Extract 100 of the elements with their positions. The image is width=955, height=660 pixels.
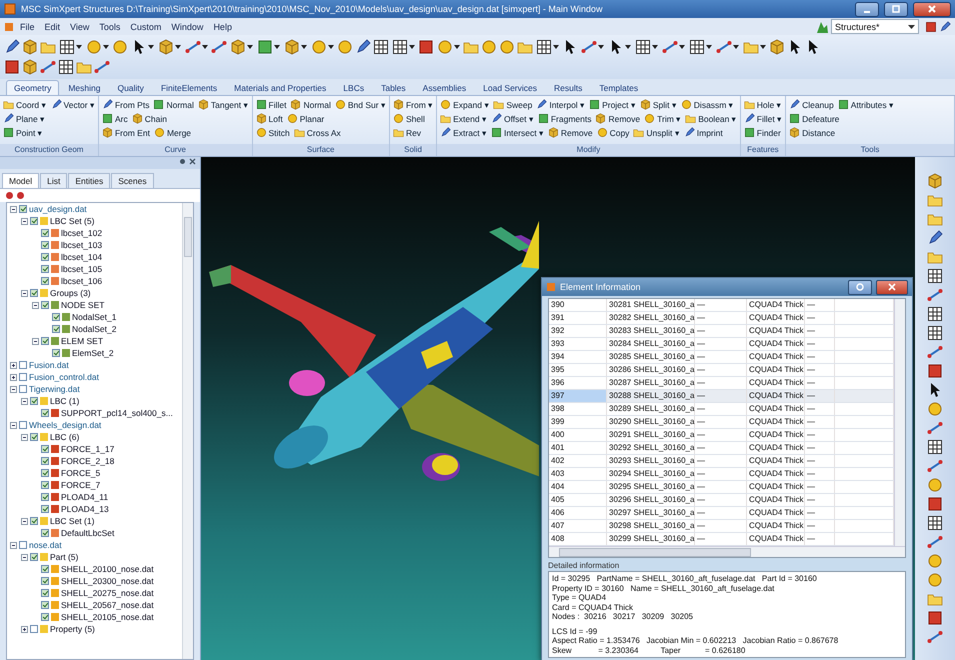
ribbon-command[interactable]: Rev (392, 127, 422, 138)
expand-toggle[interactable] (21, 398, 28, 404)
tree-item[interactable]: Fusion_control.dat (7, 371, 182, 383)
tree-item[interactable]: ELEM SET (7, 335, 182, 347)
ribbon-command[interactable]: Defeature (789, 113, 840, 124)
checkbox[interactable] (41, 277, 49, 285)
ribbon-command[interactable]: Planar (286, 113, 324, 124)
ribbon-command[interactable]: Unsplit ▾ (633, 127, 680, 138)
ribbon-command[interactable]: Split ▾ (640, 99, 677, 110)
checkbox[interactable] (41, 529, 49, 537)
checkbox[interactable] (30, 217, 38, 225)
table-row[interactable]: 407 30298 SHELL_30160_a — CQUAD4 Thick — (549, 520, 894, 533)
square-icon[interactable] (925, 20, 937, 32)
tree-item[interactable]: NodalSet_1 (7, 311, 182, 323)
square-icon[interactable] (4, 59, 20, 75)
grid-icon[interactable] (392, 39, 408, 55)
menu-item[interactable]: Tools (95, 20, 124, 32)
caret-icon[interactable] (553, 44, 559, 50)
ribbon-command[interactable]: Tangent ▾ (198, 99, 248, 110)
caret-icon[interactable] (103, 44, 109, 50)
ribbon-command[interactable]: Remove (595, 113, 640, 124)
grid-icon[interactable] (58, 59, 74, 75)
checkbox[interactable] (41, 469, 49, 477)
help-button[interactable] (848, 280, 872, 294)
tree-item[interactable]: PLOAD4_11 (7, 491, 182, 503)
ribbon-tab[interactable]: Tables (373, 80, 414, 95)
scrollbar[interactable] (182, 203, 193, 659)
square-icon[interactable] (927, 610, 943, 626)
caret-icon[interactable] (733, 44, 739, 50)
grid-icon[interactable] (689, 39, 705, 55)
expand-toggle[interactable] (10, 206, 17, 212)
circle-icon[interactable] (499, 39, 515, 55)
grid-icon[interactable] (927, 268, 943, 284)
circle-icon[interactable] (927, 572, 943, 588)
caret-icon[interactable] (706, 44, 712, 50)
table-row[interactable]: 403 30294 SHELL_30160_a — CQUAD4 Thick — (549, 468, 894, 481)
beam-icon[interactable] (94, 59, 110, 75)
panel-tab[interactable]: List (40, 173, 68, 188)
scrollbar[interactable] (549, 546, 905, 557)
tree-item[interactable]: FORCE_1_17 (7, 443, 182, 455)
caret-icon[interactable] (760, 44, 766, 50)
close-button[interactable] (913, 2, 951, 16)
beam-icon[interactable] (211, 39, 227, 55)
beam-icon[interactable] (927, 344, 943, 360)
ribbon-command[interactable]: From ▾ (392, 99, 434, 110)
scrollbar[interactable] (894, 299, 905, 546)
checkbox[interactable] (41, 409, 49, 417)
checkbox[interactable] (52, 349, 60, 357)
ribbon-command[interactable]: From Pts (102, 99, 150, 110)
ribbon-command[interactable]: Normal (290, 99, 331, 110)
expand-toggle[interactable] (10, 374, 17, 380)
tree-item[interactable]: Groups (3) (7, 287, 182, 299)
table-row[interactable]: 394 30285 SHELL_30160_a — CQUAD4 Thick — (549, 351, 894, 364)
caret-icon[interactable] (454, 44, 460, 50)
tree-item[interactable]: FORCE_7 (7, 479, 182, 491)
tree-item[interactable]: SHELL_20300_nose.dat (7, 575, 182, 587)
expand-toggle[interactable] (10, 542, 17, 548)
tree-item[interactable]: Fusion.dat (7, 359, 182, 371)
beam-icon[interactable] (40, 59, 56, 75)
table-row[interactable]: 390 30281 SHELL_30160_a — CQUAD4 Thick — (549, 299, 894, 312)
ribbon-command[interactable]: Stitch (256, 127, 290, 138)
checkbox[interactable] (41, 589, 49, 597)
circle-icon[interactable] (927, 553, 943, 569)
panel-tab[interactable]: Scenes (111, 173, 154, 188)
checkbox[interactable] (41, 457, 49, 465)
table-row[interactable]: 391 30282 SHELL_30160_a — CQUAD4 Thick — (549, 312, 894, 325)
caret-icon[interactable] (76, 44, 82, 50)
tree-item[interactable]: LBC Set (1) (7, 515, 182, 527)
caret-icon[interactable] (625, 44, 631, 50)
ribbon-command[interactable]: Loft (256, 113, 283, 124)
table-row[interactable]: 399 30290 SHELL_30160_a — CQUAD4 Thick — (549, 416, 894, 429)
tree-item[interactable]: Part (5) (7, 551, 182, 563)
pencil-icon[interactable] (355, 39, 371, 55)
minimize-button[interactable] (855, 2, 879, 16)
table-row[interactable]: 404 30295 SHELL_30160_a — CQUAD4 Thick — (549, 481, 894, 494)
beam-icon[interactable] (927, 420, 943, 436)
expand-toggle[interactable] (10, 386, 17, 392)
checkbox[interactable] (30, 289, 38, 297)
caret-icon[interactable] (274, 44, 280, 50)
checkbox[interactable] (30, 433, 38, 441)
tree-item[interactable]: DefaultLbcSet (7, 527, 182, 539)
panel-tab[interactable]: Entities (68, 173, 110, 188)
ribbon-command[interactable]: Shell (392, 113, 425, 124)
tree-item[interactable]: LBC (6) (7, 431, 182, 443)
checkbox[interactable] (19, 361, 27, 369)
tree-item[interactable]: SHELL_20100_nose.dat (7, 563, 182, 575)
ribbon-command[interactable]: Extract ▾ (440, 127, 487, 138)
sheet-icon[interactable] (257, 39, 273, 55)
caret-icon[interactable] (328, 44, 334, 50)
circle-icon[interactable] (86, 39, 102, 55)
tree-item[interactable]: uav_design.dat (7, 203, 182, 215)
checkbox[interactable] (41, 613, 49, 621)
circle-icon[interactable] (112, 39, 128, 55)
beam-icon[interactable] (185, 39, 201, 55)
menu-item[interactable]: Window (167, 20, 208, 32)
tree-item[interactable]: LBC Set (5) (7, 215, 182, 227)
cube-icon[interactable] (158, 39, 174, 55)
expand-toggle[interactable] (10, 422, 17, 428)
pencil-icon[interactable] (939, 20, 951, 32)
grid-icon[interactable] (536, 39, 552, 55)
